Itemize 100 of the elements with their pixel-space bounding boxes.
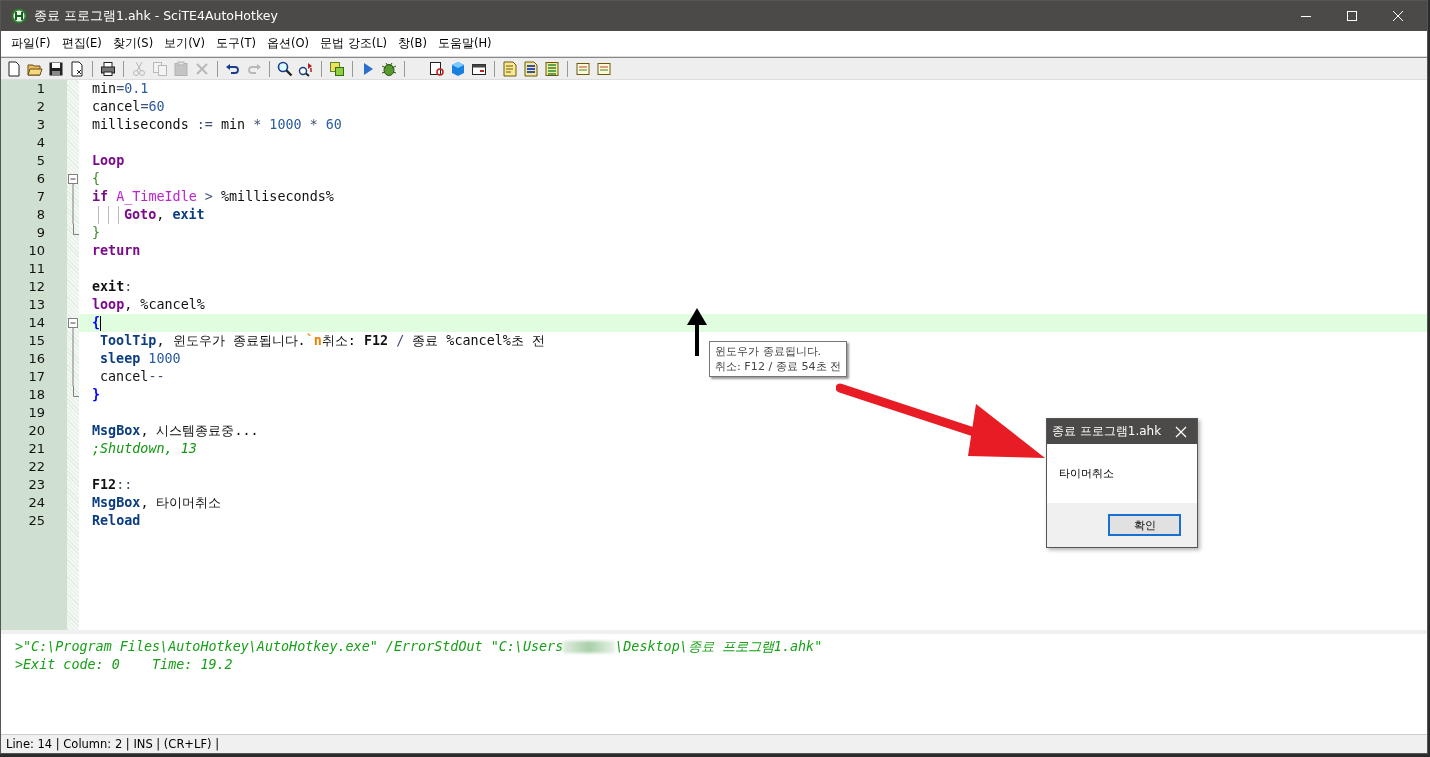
line-number: 6 [35, 170, 45, 188]
code-token: ToolTip [100, 332, 157, 350]
line-number: 17 [27, 368, 45, 386]
code-token: 1000 [147, 350, 181, 368]
line-number: 20 [27, 422, 45, 440]
line-number: 9 [35, 224, 45, 242]
code-token: * [309, 116, 318, 134]
menu-item[interactable]: 보기(V) [160, 36, 212, 51]
sheet-icon[interactable] [596, 60, 612, 77]
code-token: 0.1 [124, 80, 149, 98]
line-number: 24 [27, 494, 45, 512]
line-number: 11 [27, 260, 45, 278]
magnifier-icon[interactable] [277, 60, 293, 77]
pages-icon[interactable] [329, 60, 345, 77]
line-number: 8 [35, 206, 45, 224]
line-number: 1 [35, 80, 45, 98]
code-token: min [220, 116, 247, 134]
output-text: >"C:\Program Files\AutoHotkey\AutoHotkey.exe" /ErrorStdOut "C:\Users [15, 638, 564, 656]
line-number: 10 [27, 242, 45, 260]
close-icon[interactable] [1392, 10, 1404, 22]
code-token: 1000 [268, 116, 303, 134]
ok-button[interactable]: 확인 [1108, 514, 1181, 536]
code-token: exit [172, 206, 205, 224]
annotation-arrow [685, 307, 709, 357]
code-token: :: [116, 476, 133, 494]
menu-item[interactable]: 창(B) [394, 36, 434, 51]
cube-icon[interactable] [450, 60, 466, 77]
code-token: > [203, 188, 214, 206]
line-number: 13 [27, 296, 45, 314]
close-icon[interactable] [1175, 425, 1187, 438]
line-number: 7 [35, 188, 45, 206]
code-token: } [92, 224, 101, 242]
tooltip-text: 윈도우가 종료됩니다. [715, 344, 823, 359]
code-token: cancel [100, 368, 149, 386]
code-token: return [92, 242, 141, 260]
code-token: loop [92, 296, 125, 314]
code-token: 60 [324, 116, 342, 134]
menu-item[interactable]: 도구(T) [211, 36, 263, 51]
dialog-title: 종료 프로그램1.ahk [1052, 423, 1162, 440]
tooltip-text: 취소: F12 / 종료 54초 전 [715, 359, 842, 374]
code-token: A_TimeIdle [115, 188, 197, 206]
code-token: 취소: [321, 332, 357, 350]
line-number: 21 [27, 440, 45, 458]
dialog-message: 타이머취소 [1059, 467, 1114, 480]
sheet-icon[interactable] [575, 60, 591, 77]
line-number: 23 [27, 476, 45, 494]
code-token: exit [92, 278, 125, 296]
line-number: 19 [27, 404, 45, 422]
app-icon [11, 8, 27, 24]
line-number: 12 [27, 278, 45, 296]
code-token: cancel [92, 98, 141, 116]
code-token: 60 [148, 98, 165, 116]
line-number: 14 [27, 314, 45, 332]
code-token: * [253, 116, 262, 134]
line-number: 2 [35, 98, 45, 116]
code-token: `n [305, 332, 322, 350]
line-number: 22 [27, 458, 45, 476]
menu-item[interactable]: 도움말(H) [433, 36, 499, 51]
note-list-icon[interactable] [544, 60, 560, 77]
code-token: Goto [124, 206, 157, 224]
note-lines-icon[interactable] [523, 60, 539, 77]
code-token: Reload [92, 512, 141, 530]
text-cursor [100, 315, 102, 331]
code-token: , 윈도우가 종료됩니다. [156, 332, 306, 350]
code-token: := [196, 116, 213, 134]
menu-item[interactable]: 편집(E) [57, 36, 109, 51]
code-token: = [140, 98, 149, 116]
code-token: MsgBox [92, 422, 141, 440]
bug-icon[interactable] [381, 60, 397, 77]
line-number: 15 [27, 332, 45, 350]
output-text: >Exit code: 0 Time: 19.2 [15, 656, 233, 674]
code-token: ;Shutdown, 13 [92, 440, 197, 458]
menu-item[interactable]: 문법 강조(L) [316, 36, 395, 51]
code-token: MsgBox [92, 494, 141, 512]
floppy-icon[interactable] [48, 60, 64, 77]
replace-icon[interactable] [298, 60, 314, 77]
code-token: -- [148, 368, 165, 386]
document-x-icon[interactable] [69, 60, 85, 77]
line-number: 18 [27, 386, 45, 404]
code-token: milliseconds [92, 116, 190, 134]
code-token: { [92, 170, 101, 188]
maximize-icon[interactable] [1346, 10, 1358, 22]
code-token: sleep [100, 350, 141, 368]
code-token: , [156, 206, 166, 224]
output-text: \Desktop\종료 프로그램1.ahk" [615, 638, 823, 656]
code-token: 종료 %cancel%초 전 [412, 332, 545, 350]
menu-item[interactable]: 옵션(O) [262, 36, 316, 51]
code-token: , %cancel% [124, 296, 205, 314]
menu-item[interactable]: 파일(F) [7, 36, 58, 51]
printer-icon[interactable] [100, 60, 116, 77]
line-number: 4 [35, 134, 45, 152]
menu-item[interactable]: 찾기(S) [108, 36, 161, 51]
blurred-text [563, 641, 616, 653]
page-magnifier-icon[interactable] [429, 60, 445, 77]
code-token: } [92, 386, 101, 404]
window-title: 종료 프로그램1.ahk - SciTE4AutoHotkey [34, 7, 278, 25]
code-token: min [92, 80, 117, 98]
document-icon[interactable] [6, 60, 22, 77]
code-token: %milliseconds% [221, 188, 334, 206]
note-icon[interactable] [502, 60, 518, 77]
